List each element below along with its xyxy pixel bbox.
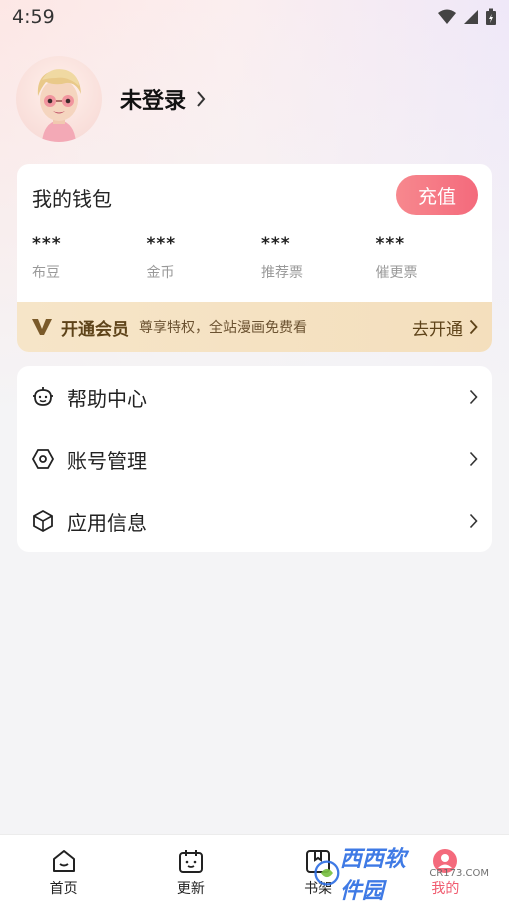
signal-icon bbox=[464, 10, 478, 24]
stat-label: 推荐票 bbox=[261, 265, 303, 281]
watermark: 西西软件园 CR173.COM bbox=[314, 847, 489, 904]
watermark-logo-icon bbox=[314, 860, 340, 886]
menu-item-app-info[interactable]: 应用信息 bbox=[17, 490, 492, 552]
stat-value: *** bbox=[261, 234, 291, 254]
menu-label: 应用信息 bbox=[67, 510, 147, 535]
stat-label: 催更票 bbox=[375, 265, 418, 281]
vip-banner[interactable]: 开通会员 尊享特权，全站漫画免费看 去开通 bbox=[17, 302, 492, 352]
vip-v-icon bbox=[32, 319, 52, 335]
calendar-icon bbox=[178, 850, 203, 873]
chevron-right-icon bbox=[469, 451, 478, 467]
chevron-right-icon bbox=[469, 319, 478, 335]
vip-description: 尊享特权，全站漫画免费看 bbox=[139, 320, 307, 336]
stat-urge-tickets[interactable]: *** 催更票 bbox=[376, 234, 491, 282]
status-icons bbox=[437, 8, 497, 26]
home-icon bbox=[52, 850, 75, 872]
chevron-right-icon bbox=[469, 513, 478, 529]
chevron-right-icon bbox=[469, 389, 478, 405]
stat-value: *** bbox=[375, 234, 406, 254]
vip-open-button[interactable]: 去开通 bbox=[412, 315, 463, 340]
tab-label: 更新 bbox=[176, 881, 205, 897]
wallet-card: 我的钱包 充值 *** 布豆 *** 金币 *** 推荐票 *** 催更票 开通… bbox=[17, 164, 492, 352]
watermark-sub: CR173.COM bbox=[429, 867, 489, 879]
stat-value: *** bbox=[146, 234, 177, 254]
menu-label: 帮助中心 bbox=[67, 386, 147, 411]
stat-coins[interactable]: *** 金币 bbox=[147, 234, 262, 282]
stat-recommend-tickets[interactable]: *** 推荐票 bbox=[261, 234, 376, 282]
stat-label: 金币 bbox=[146, 265, 175, 281]
cube-icon bbox=[33, 509, 53, 533]
login-label[interactable]: 未登录 bbox=[120, 83, 186, 115]
watermark-text: 西西软件园 bbox=[339, 847, 406, 904]
menu-label: 账号管理 bbox=[67, 448, 147, 473]
menu-item-account-management[interactable]: 账号管理 bbox=[17, 428, 492, 490]
help-bot-icon bbox=[33, 387, 53, 406]
vip-title: 开通会员 bbox=[61, 319, 129, 340]
stat-value: *** bbox=[32, 234, 62, 254]
tab-label: 首页 bbox=[49, 881, 78, 897]
battery-icon bbox=[486, 8, 496, 25]
avatar-illustration bbox=[37, 69, 81, 142]
stat-label: 布豆 bbox=[32, 265, 60, 281]
status-time: 4:59 bbox=[12, 6, 55, 28]
tab-updates[interactable]: 更新 bbox=[127, 835, 254, 905]
avatar[interactable] bbox=[16, 56, 102, 142]
profile-header[interactable]: 未登录 bbox=[16, 56, 206, 142]
status-bar: 4:59 bbox=[0, 0, 509, 34]
menu-item-help-center[interactable]: 帮助中心 bbox=[17, 366, 492, 428]
wifi-icon bbox=[438, 9, 456, 24]
wallet-title: 我的钱包 bbox=[32, 187, 112, 211]
wallet-stats: *** 布豆 *** 金币 *** 推荐票 *** 催更票 bbox=[32, 234, 492, 282]
chevron-right-icon bbox=[197, 91, 206, 107]
settings-menu: 帮助中心 账号管理 应用信息 bbox=[17, 366, 492, 552]
hexagon-icon bbox=[31, 449, 55, 469]
recharge-button[interactable]: 充值 bbox=[396, 175, 478, 215]
stat-budou[interactable]: *** 布豆 bbox=[32, 234, 147, 282]
tab-home[interactable]: 首页 bbox=[0, 835, 127, 905]
